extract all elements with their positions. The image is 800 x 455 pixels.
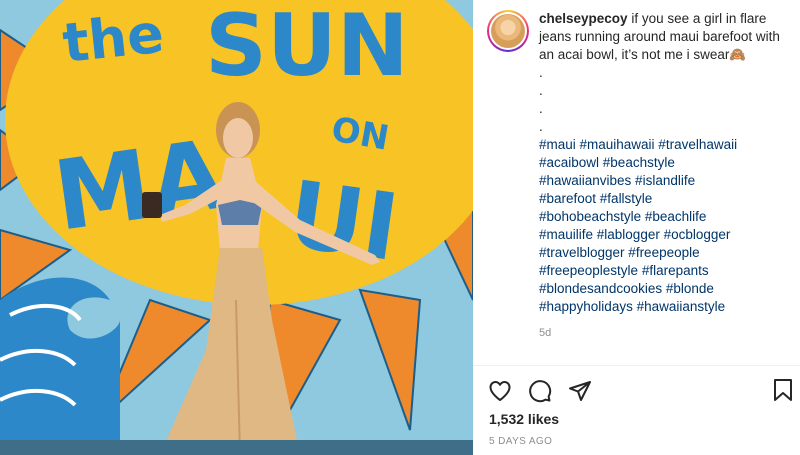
hashtag-line[interactable]: #acaibowl #beachstyle [539,154,786,172]
hashtag-line[interactable]: #freepeoplestyle #flarepants [539,262,786,280]
share-button[interactable] [567,378,593,404]
hashtag-line[interactable]: #travelblogger #freepeople [539,244,786,262]
heart-icon [489,381,511,401]
comment-bubble-icon [529,380,552,403]
comment-button[interactable] [527,378,553,404]
caption-area: chelseypecoy if you see a girl in flare … [473,0,800,365]
hashtag-line[interactable]: #mauilife #lablogger #ocblogger [539,226,786,244]
post-info-panel: chelseypecoy if you see a girl in flare … [473,0,800,455]
mural-illustration: the SUN ON MA UI [0,0,473,455]
hashtag-line[interactable]: #maui #mauihawaii #travelhawaii [539,136,786,154]
caption-dot: . [539,83,543,98]
paper-plane-icon [569,381,591,401]
caption-row: chelseypecoy if you see a girl in flare … [487,10,786,342]
hashtag-line[interactable]: #happyholidays #hawaiianstyle [539,298,786,316]
action-bar [487,377,787,405]
post-photo[interactable]: the SUN ON MA UI [0,0,473,455]
acai-bowl-cup [142,192,162,218]
svg-text:SUN: SUN [205,0,409,96]
hashtag-line[interactable]: #hawaiianvibes #islandlife [539,172,786,190]
hashtag-line[interactable]: #bohobeachstyle #beachlife [539,208,786,226]
caption-dot: . [539,119,543,134]
svg-text:the: the [60,2,167,75]
caption: chelseypecoy if you see a girl in flare … [539,10,786,342]
username-link[interactable]: chelseypecoy [539,11,628,26]
svg-text:MA: MA [48,118,232,253]
hashtag-line[interactable]: #barefoot #fallstyle [539,190,786,208]
hashtags: #maui #mauihawaii #travelhawaii #acaibow… [539,136,786,316]
post-timestamp[interactable]: 5 DAYS AGO [489,436,552,447]
avatar-image [491,14,525,48]
bookmark-icon [774,379,792,401]
likes-count[interactable]: 1,532 likes [489,411,559,427]
like-button[interactable] [487,378,513,404]
caption-age: 5d [539,327,552,339]
avatar-ring [489,12,527,50]
caption-dot: . [539,101,543,116]
avatar[interactable] [487,10,529,52]
hashtag-line[interactable]: #blondesandcookies #blonde [539,280,786,298]
actions-divider [473,365,800,366]
caption-dot: . [539,65,543,80]
save-button[interactable] [770,377,796,403]
instagram-post: the SUN ON MA UI chelseypecoy if you see… [0,0,800,455]
